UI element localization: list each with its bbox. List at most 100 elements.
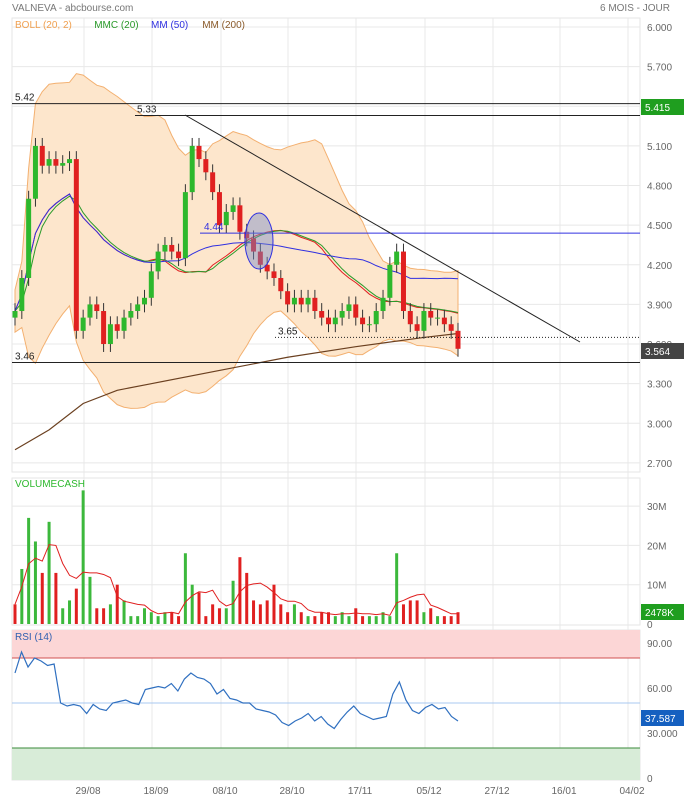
volume-bar <box>313 616 317 624</box>
candle-body <box>380 297 386 312</box>
candle-body <box>428 311 434 318</box>
legend-item: MM (200) <box>202 20 245 31</box>
volume-bar <box>163 612 167 624</box>
candle-body <box>196 145 202 160</box>
rsi-title: RSI (14) <box>15 632 52 643</box>
candle-body <box>148 271 154 298</box>
candle-body <box>387 264 393 298</box>
candle-body <box>414 324 420 331</box>
volume-bar <box>258 604 262 624</box>
last-price-value: 5.415 <box>645 103 670 114</box>
volume-bar <box>374 616 378 624</box>
candle-body <box>60 163 66 166</box>
legend-item: BOLL (20, 2) <box>15 20 72 31</box>
candle-body <box>373 311 379 325</box>
candle-body <box>319 311 325 318</box>
volume-bar <box>88 576 92 624</box>
rsi-last-value: 37.587 <box>645 714 676 725</box>
volume-bar <box>333 616 337 624</box>
candle-body <box>298 297 304 305</box>
volume-bar <box>361 616 365 624</box>
candle-body <box>230 205 236 212</box>
candle-body <box>114 324 120 331</box>
volume-bar <box>40 572 44 624</box>
volume-bar <box>136 616 140 624</box>
candle-body <box>94 304 100 312</box>
price-tick-label: 6.000 <box>647 23 672 34</box>
candle-body <box>360 317 366 325</box>
candle-body <box>366 324 372 326</box>
candle-body <box>46 159 52 166</box>
volume-bar <box>442 616 446 624</box>
bollinger-band <box>14 73 459 409</box>
price-tick-label: 5.700 <box>647 63 672 74</box>
candle-body <box>394 251 400 265</box>
candle-body <box>128 311 134 318</box>
volume-tick-label: 10M <box>647 581 666 592</box>
volume-tick-label: 20M <box>647 541 666 552</box>
price-tick-label: 4.200 <box>647 261 672 272</box>
volume-bar <box>286 612 290 624</box>
volume-bar <box>61 608 65 624</box>
candle-body <box>203 159 209 173</box>
rsi-tick-label: 90.00 <box>647 639 672 650</box>
candle-body <box>278 277 284 292</box>
volume-bar <box>190 584 194 624</box>
volume-bar <box>217 608 221 624</box>
x-tick-label: 16/01 <box>551 786 576 797</box>
candle-body <box>87 304 93 318</box>
highlight-ellipse <box>244 212 274 270</box>
volume-bar <box>354 608 358 624</box>
candle-body <box>312 297 318 312</box>
volume-bar <box>422 612 426 624</box>
candle-body <box>339 311 345 318</box>
rsi-tick-label: 30.000 <box>647 729 678 740</box>
chart-canvas: 29/08 18/09 08/10 28/10 17/11 05/12 27/12 16/01… <box>11 17 684 797</box>
candle-body <box>326 317 332 325</box>
volume-bar <box>95 608 99 624</box>
volume-bar <box>401 604 405 624</box>
volume-bar <box>102 608 106 624</box>
candle-body <box>223 211 229 226</box>
candle-body <box>19 277 25 312</box>
oversold-zone <box>12 748 640 780</box>
candle-body <box>73 159 79 331</box>
legend-item: MMC (20) <box>94 20 138 31</box>
volume-bar <box>347 616 351 624</box>
volume-bar <box>47 521 51 624</box>
x-tick-label: 27/12 <box>484 786 509 797</box>
candle-body <box>305 297 311 305</box>
candle-body <box>12 311 18 318</box>
level-label: 4.44 <box>204 222 224 233</box>
volume-bar <box>13 604 17 624</box>
price-tick-label: 3.900 <box>647 300 672 311</box>
volume-bar <box>252 600 256 624</box>
candle-body <box>107 324 113 345</box>
current-price-value: 3.564 <box>645 347 670 358</box>
volume-bar <box>415 600 419 624</box>
candle-body <box>169 244 175 252</box>
level-label: 5.33 <box>137 105 157 116</box>
volume-bar <box>177 616 181 624</box>
volume-bar <box>388 616 392 624</box>
candle-body <box>182 192 188 259</box>
overbought-zone <box>12 630 640 658</box>
level-label: 5.42 <box>15 93 35 104</box>
legend-item: MM (50) <box>151 20 188 31</box>
candle-body <box>435 317 441 319</box>
candle-body <box>176 251 182 259</box>
volume-bar <box>129 616 133 624</box>
candle-body <box>80 317 86 331</box>
level-label: 3.46 <box>15 352 35 363</box>
volume-bar <box>156 616 160 624</box>
volume-bar <box>20 568 24 624</box>
candle-body <box>210 172 216 193</box>
volume-bar <box>279 604 283 624</box>
level-label: 3.65 <box>278 326 298 337</box>
candle-body <box>346 304 352 312</box>
volume-bar <box>436 616 440 624</box>
candle-body <box>189 145 195 193</box>
candle-body <box>32 145 38 199</box>
volume-title: VOLUMECASH <box>15 479 85 490</box>
volume-bar <box>429 608 433 624</box>
